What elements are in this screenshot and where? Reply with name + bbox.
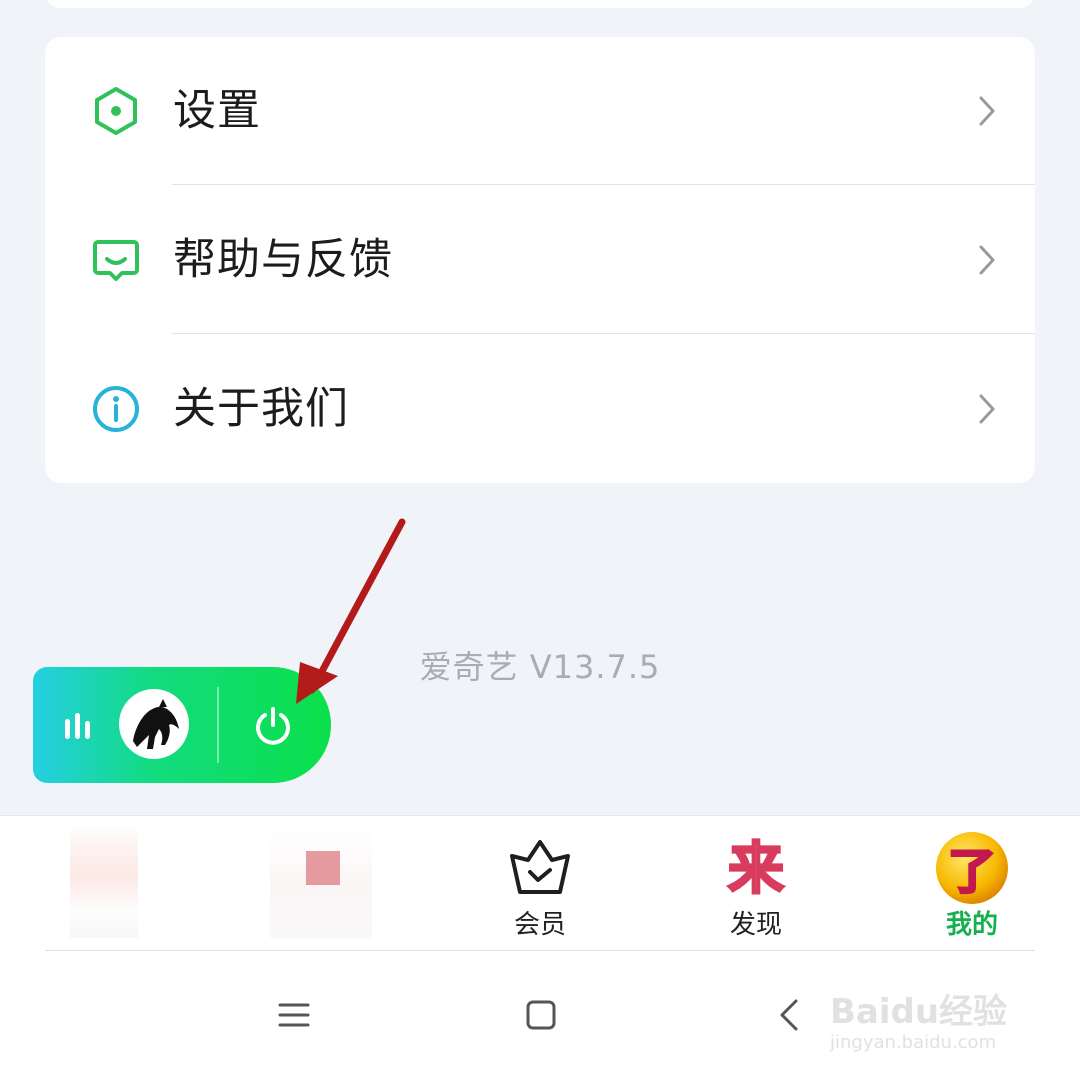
menu-item-label: 设置 [173,86,261,136]
svg-text:了: 了 [948,844,996,900]
feedback-message-icon [93,240,139,281]
baidu-jingyan-watermark: Baidu经验 jingyan.baidu.com [830,962,1030,1062]
menu-item-label: 帮助与反馈 [173,235,393,285]
blurred-tab-mark [306,851,340,885]
blurred-tab-icon [70,828,138,938]
discover-lai-icon: 来 [727,836,786,904]
menu-item-label: 关于我们 [173,384,349,434]
divider [217,687,219,763]
home-square-icon[interactable] [521,995,561,1035]
menu-item-about-us[interactable]: 关于我们 [45,335,1035,483]
divider [172,184,1035,185]
previous-card-edge [45,0,1035,8]
tab-blurred-2[interactable] [218,816,418,951]
bottom-tab-bar: 会员 来 发现 了 我的 [0,815,1080,951]
svg-text:来: 来 [728,837,784,902]
power-icon[interactable] [251,704,295,748]
watermark-logo: Baidu经验 [830,992,1008,1032]
chevron-right-icon [979,394,995,424]
chevron-right-icon [979,245,995,275]
mine-le-icon: 了 [936,832,1008,904]
divider [172,333,1035,334]
info-circle-icon [93,386,139,432]
tab-label: 我的 [945,910,998,940]
settings-menu-card: 设置 帮助与反馈 关于我们 [45,37,1035,483]
menu-icon[interactable] [274,995,314,1035]
settings-hexagon-icon [95,87,137,135]
tab-label: 发现 [729,910,782,940]
menu-item-settings[interactable]: 设置 [45,37,1035,185]
back-chevron-icon[interactable] [770,995,810,1035]
chevron-right-icon [979,96,995,126]
tab-vip[interactable]: 会员 [440,816,640,951]
sound-wave-icon [65,713,90,739]
tab-label: 会员 [513,910,566,940]
floating-mini-player[interactable] [33,667,331,783]
menu-item-help-feedback[interactable]: 帮助与反馈 [45,186,1035,334]
vip-crown-basket-icon [510,840,570,894]
album-cover[interactable] [119,689,189,759]
tab-mine[interactable]: 了 我的 [872,816,1072,951]
watermark-url: jingyan.baidu.com [830,1032,997,1053]
tab-blurred-1[interactable] [2,816,202,951]
tab-discover[interactable]: 来 发现 [656,816,856,951]
